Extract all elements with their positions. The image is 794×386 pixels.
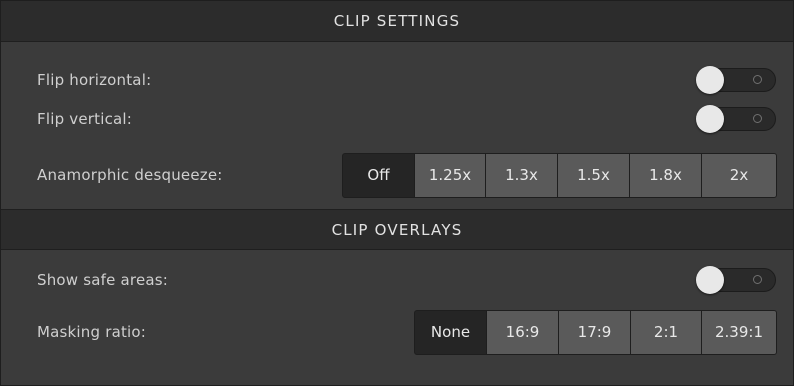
masking-option-16-9[interactable]: 16:9 xyxy=(487,310,558,354)
anamorphic-option-2x[interactable]: 2x xyxy=(702,153,776,197)
masking-option-none[interactable]: None xyxy=(415,310,486,354)
toggle-knob xyxy=(696,105,724,133)
toggle-off-icon xyxy=(753,114,762,123)
masking-ratio-label: Masking ratio: xyxy=(37,323,147,341)
anamorphic-option-1-3x[interactable]: 1.3x xyxy=(486,153,557,197)
toggle-off-icon xyxy=(753,75,762,84)
clip-settings-title: CLIP SETTINGS xyxy=(333,12,461,30)
clip-overlays-title: CLIP OVERLAYS xyxy=(331,220,463,239)
anamorphic-label: Anamorphic desqueeze: xyxy=(37,166,223,184)
flip-vertical-label: Flip vertical: xyxy=(37,110,133,128)
toggle-knob xyxy=(696,66,724,94)
anamorphic-option-1-8x[interactable]: 1.8x xyxy=(630,153,701,197)
anamorphic-segmented-control: Off 1.25x 1.3x 1.5x 1.8x 2x xyxy=(342,152,777,198)
anamorphic-option-1-25x[interactable]: 1.25x xyxy=(415,153,485,197)
anamorphic-option-off[interactable]: Off xyxy=(343,153,414,197)
flip-horizontal-toggle[interactable] xyxy=(696,66,776,94)
masking-option-2-39-1[interactable]: 2.39:1 xyxy=(702,310,776,354)
masking-ratio-segmented-control: None 16:9 17:9 2:1 2.39:1 xyxy=(414,309,777,355)
toggle-knob xyxy=(696,266,724,294)
show-safe-areas-toggle[interactable] xyxy=(696,266,776,294)
masking-ratio-row: Masking ratio: None 16:9 17:9 2:1 2.39:1 xyxy=(1,309,793,355)
flip-vertical-row: Flip vertical: xyxy=(1,105,793,133)
clip-panel: CLIP SETTINGS Flip horizontal: Flip vert… xyxy=(0,0,794,386)
anamorphic-option-1-5x[interactable]: 1.5x xyxy=(558,153,629,197)
flip-horizontal-row: Flip horizontal: xyxy=(1,53,793,107)
flip-vertical-toggle[interactable] xyxy=(696,105,776,133)
clip-settings-header: CLIP SETTINGS xyxy=(1,1,793,42)
show-safe-areas-label: Show safe areas: xyxy=(37,271,169,289)
toggle-off-icon xyxy=(753,275,762,284)
masking-option-17-9[interactable]: 17:9 xyxy=(559,310,630,354)
clip-overlays-header: CLIP OVERLAYS xyxy=(1,209,793,250)
anamorphic-row: Anamorphic desqueeze: Off 1.25x 1.3x 1.5… xyxy=(1,152,793,198)
masking-option-2-1[interactable]: 2:1 xyxy=(631,310,701,354)
show-safe-areas-row: Show safe areas: xyxy=(1,253,793,307)
flip-horizontal-label: Flip horizontal: xyxy=(37,71,152,89)
